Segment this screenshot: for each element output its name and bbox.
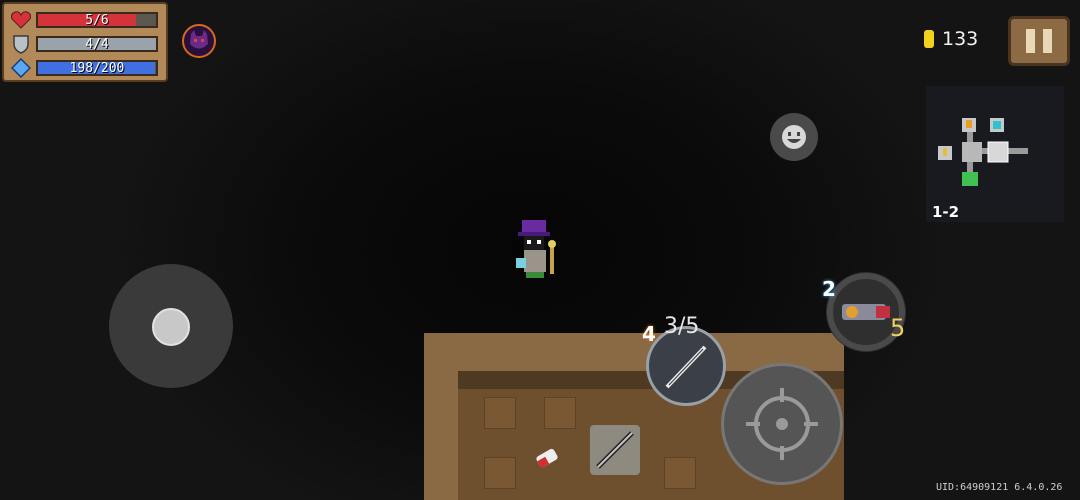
- hp-text: 5/6: [85, 13, 109, 28]
- energy-row: 198/200: [10, 56, 160, 80]
- pause-icon: [1026, 29, 1035, 53]
- health-potion[interactable]: [533, 448, 561, 469]
- room-left-wall: [424, 333, 458, 500]
- energy-bar: 198/200: [36, 60, 158, 76]
- energy-text: 198/200: [69, 61, 125, 76]
- attack-button[interactable]: [721, 363, 843, 485]
- armor-text: 4/4: [85, 37, 109, 52]
- pause-button[interactable]: [1008, 16, 1070, 66]
- emote-button[interactable]: [770, 113, 818, 161]
- armor-row: 4/4: [10, 32, 160, 56]
- coin-counter: 133: [924, 28, 978, 50]
- weapon-pickup[interactable]: [590, 425, 640, 475]
- hp-row: 5/6: [10, 8, 160, 32]
- shield-icon: [10, 34, 32, 54]
- smiley-emote-icon: [782, 125, 806, 149]
- player-character-wizard: [514, 218, 570, 284]
- floor-label: 1-2: [932, 203, 960, 221]
- secondary-energy-cost: 2: [822, 277, 836, 301]
- weapon-ammo-count: 3/5: [664, 314, 700, 339]
- heart-icon: [10, 10, 32, 30]
- uid-version-label: UID:64909121 6.4.0.26: [936, 482, 1063, 493]
- weapon-energy-cost: 4: [642, 322, 656, 346]
- secondary-ammo-count: 5: [890, 314, 906, 342]
- hp-bar: 5/6: [36, 12, 158, 28]
- crosshair-icon: [746, 388, 818, 460]
- armor-bar: 4/4: [36, 36, 158, 52]
- minimap[interactable]: [926, 86, 1064, 222]
- joystick-thumb[interactable]: [152, 308, 190, 346]
- player-stats-panel: 5/6 4/4 198/200: [2, 2, 168, 82]
- energy-gem-icon: [10, 58, 32, 78]
- demon-helmet-buff-icon[interactable]: [182, 24, 216, 58]
- gold-coin-icon: [924, 30, 934, 48]
- coin-count: 133: [942, 28, 979, 50]
